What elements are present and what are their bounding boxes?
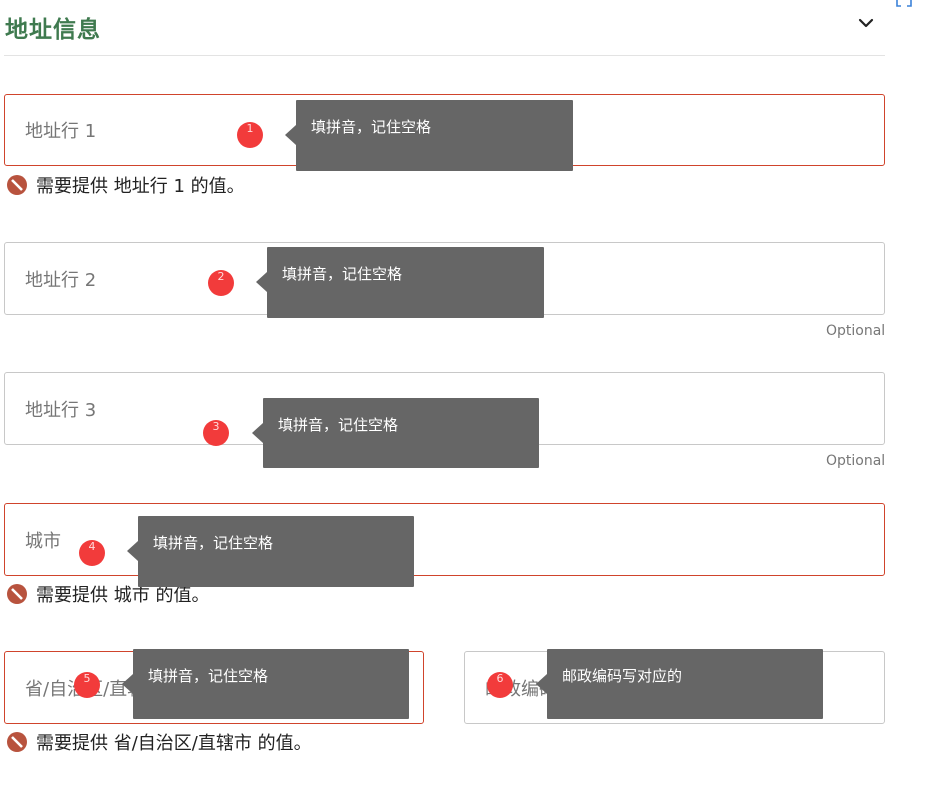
address-section: 地址信息 地址行 1 需要提供 地址行 1 的值。 地址行 2 Optional…	[0, 0, 935, 808]
annotation-marker-6: 6	[487, 672, 513, 698]
city-placeholder: 城市	[25, 530, 61, 552]
state-error-text: 需要提供 省/自治区/直辖市 的值。	[36, 733, 312, 754]
no-entry-icon	[7, 732, 27, 752]
state-error: 需要提供 省/自治区/直辖市 的值。	[7, 731, 312, 754]
city-input[interactable]: 城市	[4, 503, 885, 576]
address-line-1-error-text: 需要提供 地址行 1 的值。	[36, 176, 245, 197]
expand-corner-icon[interactable]	[895, 0, 913, 8]
annotation-marker-1: 1	[237, 122, 263, 148]
annotation-marker-5: 5	[74, 672, 100, 698]
address-line-2-placeholder: 地址行 2	[25, 269, 97, 291]
section-title: 地址信息	[5, 17, 101, 43]
annotation-marker-2: 2	[208, 270, 234, 296]
address-line-3-placeholder: 地址行 3	[25, 399, 97, 421]
annotation-tooltip-1: 填拼音，记住空格	[285, 100, 573, 171]
annotation-tooltip-3: 填拼音，记住空格	[252, 398, 539, 468]
section-divider	[4, 55, 885, 56]
annotation-tooltip-2: 填拼音，记住空格	[256, 247, 544, 318]
annotation-marker-3: 3	[203, 420, 229, 446]
annotation-tooltip-4: 填拼音，记住空格	[127, 516, 414, 587]
address-line-2-optional: Optional	[826, 323, 886, 339]
annotation-tooltip-6: 邮政编码写对应的	[536, 649, 823, 719]
annotation-tooltip-5: 填拼音，记住空格	[122, 649, 409, 719]
address-line-1-error: 需要提供 地址行 1 的值。	[7, 174, 245, 197]
address-line-3-optional: Optional	[826, 453, 886, 469]
no-entry-icon	[7, 175, 27, 195]
chevron-down-icon[interactable]	[857, 14, 875, 32]
no-entry-icon	[7, 584, 27, 604]
annotation-marker-4: 4	[79, 540, 105, 566]
address-line-1-placeholder: 地址行 1	[25, 121, 97, 142]
